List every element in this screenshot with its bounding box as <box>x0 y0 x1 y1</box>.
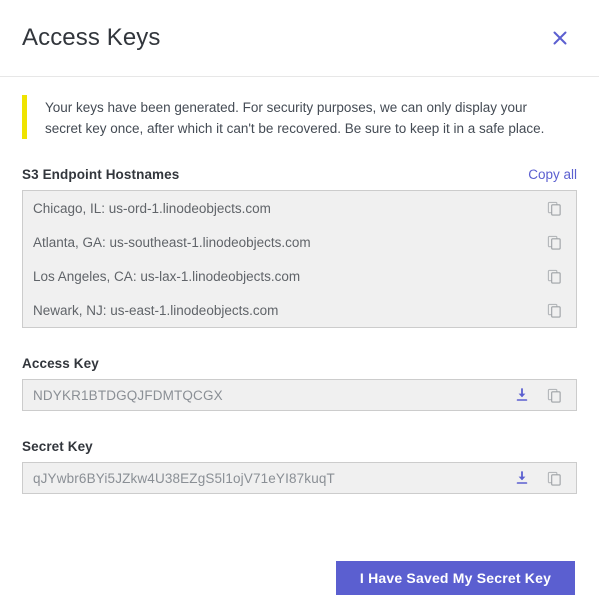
generated-keys-notice: Your keys have been generated. For secur… <box>22 95 577 139</box>
endpoint-hostname: Newark, NJ: us-east-1.linodeobjects.com <box>33 302 279 318</box>
copy-icon <box>547 471 562 486</box>
copy-access-key-button[interactable] <box>541 383 567 407</box>
copy-secret-key-button[interactable] <box>541 466 567 490</box>
access-keys-dialog: Access Keys Your keys have been generate… <box>0 0 599 615</box>
access-key-value: NDYKR1BTDGQJFDMTQCGX <box>33 387 223 403</box>
list-item: Chicago, IL: us-ord-1.linodeobjects.com <box>23 191 576 225</box>
notice-text: Your keys have been generated. For secur… <box>45 100 545 136</box>
list-item: Atlanta, GA: us-southeast-1.linodeobject… <box>23 225 576 259</box>
list-item: Los Angeles, CA: us-lax-1.linodeobjects.… <box>23 259 576 293</box>
copy-icon <box>547 269 562 284</box>
endpoints-label: S3 Endpoint Hostnames <box>22 167 180 182</box>
endpoint-list: Chicago, IL: us-ord-1.linodeobjects.com … <box>22 190 577 328</box>
copy-endpoint-button[interactable] <box>542 196 566 220</box>
secret-key-label: Secret Key <box>22 439 93 454</box>
endpoints-header: S3 Endpoint Hostnames Copy all <box>22 167 577 182</box>
copy-all-button[interactable]: Copy all <box>528 167 577 182</box>
secret-key-field[interactable]: qJYwbr6BYi5JZkw4U38EZgS5l1ojV71eYI87kuqT <box>22 462 577 494</box>
page-title: Access Keys <box>22 23 161 51</box>
download-access-key-button[interactable] <box>509 383 535 407</box>
copy-icon <box>547 201 562 216</box>
copy-endpoint-button[interactable] <box>542 230 566 254</box>
copy-icon <box>547 388 562 403</box>
download-secret-key-button[interactable] <box>509 466 535 490</box>
endpoint-hostname: Los Angeles, CA: us-lax-1.linodeobjects.… <box>33 268 301 284</box>
access-key-label: Access Key <box>22 356 99 371</box>
dialog-footer: I Have Saved My Secret Key <box>0 561 599 615</box>
secret-key-value: qJYwbr6BYi5JZkw4U38EZgS5l1ojV71eYI87kuqT <box>33 470 335 486</box>
close-icon <box>550 28 570 48</box>
list-item: Newark, NJ: us-east-1.linodeobjects.com <box>23 293 576 327</box>
notice-accent-bar <box>22 95 27 139</box>
download-icon <box>514 470 530 486</box>
access-key-header: Access Key <box>22 356 577 371</box>
copy-endpoint-button[interactable] <box>542 264 566 288</box>
close-button[interactable] <box>543 21 577 55</box>
copy-endpoint-button[interactable] <box>542 298 566 322</box>
dialog-header: Access Keys <box>0 0 599 77</box>
endpoint-hostname: Chicago, IL: us-ord-1.linodeobjects.com <box>33 200 271 216</box>
endpoint-hostname: Atlanta, GA: us-southeast-1.linodeobject… <box>33 234 311 250</box>
confirm-saved-secret-key-button[interactable]: I Have Saved My Secret Key <box>336 561 575 595</box>
secret-key-header: Secret Key <box>22 439 577 454</box>
download-icon <box>514 387 530 403</box>
dialog-body: Your keys have been generated. For secur… <box>0 77 599 561</box>
copy-icon <box>547 235 562 250</box>
copy-icon <box>547 303 562 318</box>
access-key-field[interactable]: NDYKR1BTDGQJFDMTQCGX <box>22 379 577 411</box>
